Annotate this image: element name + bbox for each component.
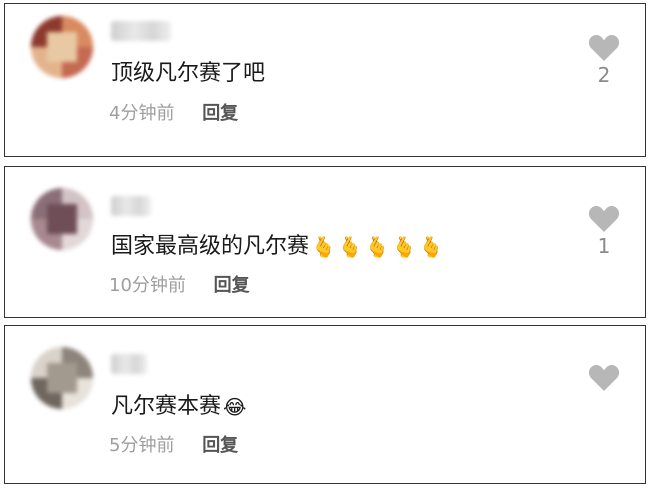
- avatar[interactable]: [31, 188, 93, 250]
- comment-time: 10分钟前: [109, 275, 186, 296]
- like-count: 2: [597, 63, 611, 87]
- comment-meta: 10分钟前 回复: [109, 275, 250, 297]
- avatar[interactable]: [31, 347, 93, 409]
- comment-meta: 5分钟前 回复: [109, 435, 238, 457]
- heart-icon: [588, 35, 620, 61]
- reply-button[interactable]: 回复: [202, 103, 238, 124]
- reply-button[interactable]: 回复: [214, 275, 250, 296]
- comment-card: 凡尔赛本赛 😂 5分钟前 回复: [4, 325, 646, 484]
- comment-text-body: 凡尔赛本赛: [111, 394, 222, 419]
- comment-card: 国家最高级的凡尔赛 🫰 🫰 🫰 🫰 🫰 10分钟前 回复 1: [4, 166, 646, 318]
- finger-heart-emoji: 🫰: [391, 235, 417, 259]
- finger-heart-emoji: 🫰: [364, 235, 390, 259]
- username-blurred[interactable]: [111, 196, 151, 216]
- comment-text-body: 顶级凡尔赛了吧: [111, 61, 266, 86]
- like-button[interactable]: 1: [587, 205, 621, 258]
- finger-heart-emoji: 🫰: [337, 235, 363, 259]
- finger-heart-emoji: 🫰: [418, 235, 444, 259]
- like-button[interactable]: [587, 364, 621, 393]
- comment-text: 凡尔赛本赛 😂: [111, 394, 246, 420]
- heart-icon: [588, 206, 620, 232]
- comment-meta: 4分钟前 回复: [109, 103, 238, 125]
- comment-text: 顶级凡尔赛了吧: [111, 61, 265, 87]
- comment-time: 4分钟前: [109, 103, 175, 124]
- like-count: 1: [597, 234, 611, 258]
- comment-card: 顶级凡尔赛了吧 4分钟前 回复 2: [4, 3, 646, 157]
- comment-text: 国家最高级的凡尔赛 🫰 🫰 🫰 🫰 🫰: [111, 234, 444, 260]
- username-blurred[interactable]: [111, 21, 171, 41]
- like-button[interactable]: 2: [587, 34, 621, 87]
- heart-icon: [588, 365, 620, 391]
- avatar[interactable]: [31, 16, 93, 78]
- comment-time: 5分钟前: [109, 435, 175, 456]
- comment-text-body: 国家最高级的凡尔赛: [111, 234, 310, 259]
- reply-button[interactable]: 回复: [202, 435, 238, 456]
- tears-of-joy-emoji: 😂: [223, 395, 247, 419]
- finger-heart-emoji: 🫰: [311, 235, 336, 259]
- username-blurred[interactable]: [111, 354, 147, 374]
